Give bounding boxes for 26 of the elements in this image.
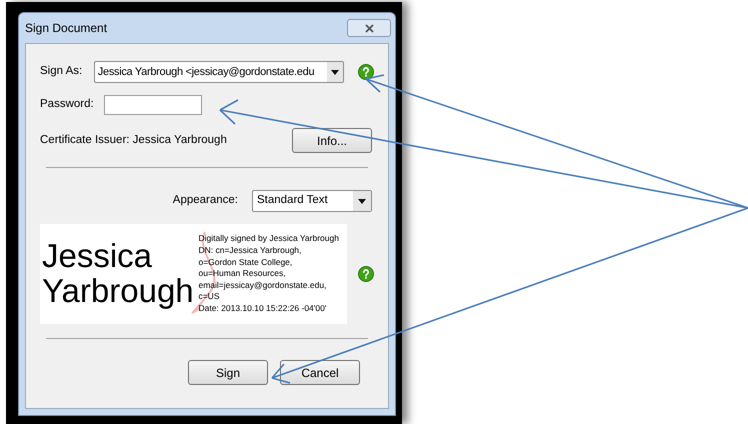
signature-detail: ou=Human Resources, <box>198 268 287 280</box>
signature-detail: email=jessicay@gordonstate.edu, <box>198 280 328 292</box>
sign-as-label: Sign As: <box>40 64 84 80</box>
password-field[interactable] <box>104 95 202 115</box>
signature-detail: Date: 2013.10.10 15:22:26 -04'00' <box>198 302 328 315</box>
info-button[interactable]: Info... <box>292 128 372 153</box>
sign-as-dropdown[interactable]: Jessica Yarbrough <jessicay@gordonstate.edu <box>94 61 344 83</box>
signature-detail: DN: cn=Jessica Yarbrough, <box>198 245 302 257</box>
password-label: Password: <box>40 97 94 112</box>
help-icon[interactable] <box>358 64 374 80</box>
close-button[interactable] <box>347 19 391 37</box>
close-icon <box>364 24 374 32</box>
caret-icon <box>358 198 366 204</box>
cancel-button[interactable]: Cancel <box>280 360 360 385</box>
caret-icon <box>331 70 339 74</box>
certificate-issuer-text: Certificate Issuer: Jessica Yarbrough <box>40 132 227 148</box>
appearance-label: Appearance: <box>172 193 238 208</box>
appearance-dropdown[interactable]: Standard Text <box>252 190 372 212</box>
signature-name: Jessica <box>42 239 154 274</box>
signature-detail: c=US <box>198 291 220 303</box>
signature-detail: Digitally signed by Jessica Yarbrough <box>198 233 340 246</box>
signature-name: Yarbrough <box>42 274 195 309</box>
help-icon[interactable] <box>358 266 374 282</box>
signature-detail: o=Gordon State College, <box>198 256 294 268</box>
sign-button[interactable]: Sign <box>188 360 268 385</box>
window-title: Sign Document <box>25 20 108 37</box>
